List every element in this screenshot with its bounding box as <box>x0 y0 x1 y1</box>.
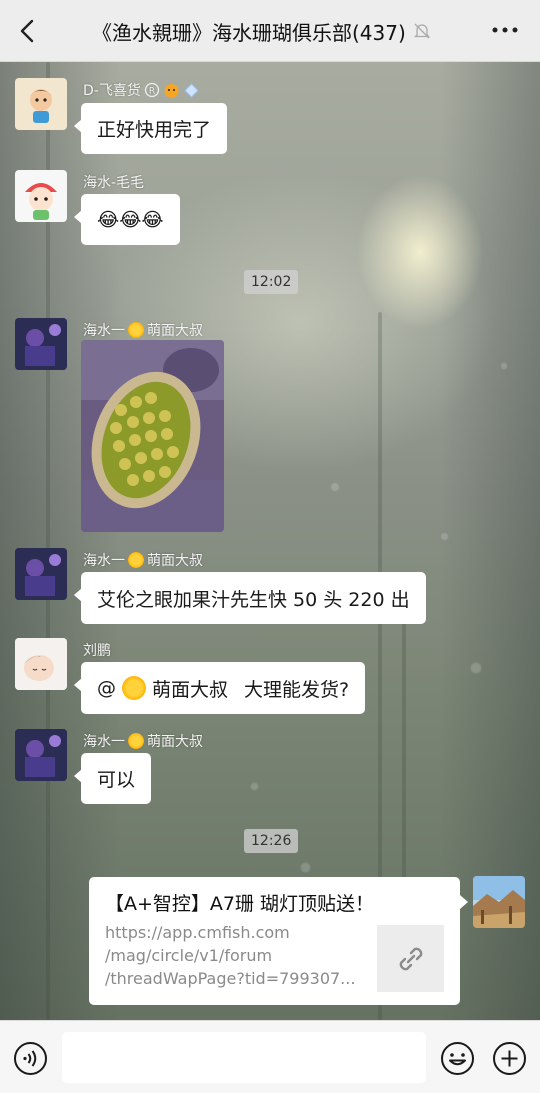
message-text: 大理能发货? <box>244 678 350 701</box>
rain-drop <box>440 532 449 541</box>
message-bubble[interactable]: 艾伦之眼加果汁先生快 50 头 220 出 <box>74 572 426 624</box>
link-thumbnail <box>377 925 444 992</box>
image-message[interactable] <box>81 340 224 532</box>
link-title: 【A+智控】A7珊 瑚灯顶贴送！ <box>105 893 375 915</box>
sender-name: 海水一 萌面大叔 <box>83 550 203 570</box>
sender-name-suffix: 萌面大叔 <box>147 323 203 339</box>
timestamp: 12:26 <box>244 829 299 853</box>
sender-name-prefix: 海水一 <box>83 323 125 339</box>
avatar[interactable] <box>15 318 67 370</box>
sender-name-suffix: 萌面大叔 <box>147 553 203 569</box>
rain-drop <box>500 362 508 370</box>
sun-icon <box>128 733 144 749</box>
avatar[interactable] <box>15 638 67 690</box>
message-text: 艾伦之眼加果汁先生快 50 头 220 出 <box>97 588 410 611</box>
sun-icon <box>128 552 144 568</box>
sender-name: 海水一 萌面大叔 <box>83 320 203 340</box>
bell-off-icon <box>413 23 430 39</box>
plus-icon[interactable] <box>492 1041 527 1076</box>
diamond-icon <box>184 82 199 98</box>
avatar[interactable] <box>15 729 67 781</box>
link-url-line: /mag/circle/v1/forum <box>105 946 273 965</box>
sender-name-suffix: 萌面大叔 <box>147 734 203 750</box>
sender-name-text: 刘鹏 <box>83 643 111 659</box>
message-bubble[interactable]: 可以 <box>73 753 152 804</box>
voice-icon[interactable] <box>13 1041 48 1076</box>
avatar[interactable] <box>15 78 67 130</box>
chat-title-wrap: 《渔水親珊》海水珊瑚俱乐部(437) <box>92 17 432 45</box>
message-text: 可以 <box>97 769 136 791</box>
chat-title: 《渔水親珊》海水珊瑚俱乐部(437) <box>92 20 406 45</box>
sender-name-text: D-飞喜货 <box>83 83 141 99</box>
message-text: 正好快用完了 <box>97 119 212 141</box>
message-input[interactable] <box>62 1032 426 1083</box>
sender-name: 刘鹏 <box>83 640 111 660</box>
timestamp: 12:02 <box>244 270 299 294</box>
sender-name: 海水一 萌面大叔 <box>83 731 203 751</box>
tiger-face-icon <box>164 83 179 98</box>
rain-drop <box>470 662 482 674</box>
sender-name-prefix: 海水一 <box>83 553 125 569</box>
sun-icon <box>122 676 146 700</box>
sender-name: D-飞喜货 R <box>83 80 200 100</box>
avatar[interactable] <box>15 548 67 600</box>
link-card[interactable]: 【A+智控】A7珊 瑚灯顶贴送！ https://app.cmfish.com … <box>89 877 468 1005</box>
rain-drop <box>330 482 340 492</box>
message-text: 😂😂😂 <box>97 208 164 231</box>
link-url-line: /threadWapPage?tid=799307... <box>105 969 356 988</box>
mention-at: @ <box>97 677 116 699</box>
sender-name-text: 海水-毛毛 <box>83 175 145 191</box>
link-icon <box>399 947 422 970</box>
registered-badge-icon: R <box>144 82 159 98</box>
emoji-icon[interactable] <box>440 1041 475 1076</box>
coral-photo <box>81 340 224 532</box>
message-bubble[interactable]: 😂😂😂 <box>74 194 180 245</box>
link-url: https://app.cmfish.com /mag/circle/v1/fo… <box>105 921 357 990</box>
chevron-left-icon[interactable] <box>12 15 42 47</box>
rain-drop <box>250 782 259 791</box>
sun-icon <box>128 322 144 338</box>
chat-header: 《渔水親珊》海水珊瑚俱乐部(437) <box>0 0 540 62</box>
more-horizontal-icon[interactable] <box>490 20 520 40</box>
svg-text:R: R <box>149 87 155 97</box>
message-bubble[interactable]: 正好快用完了 <box>73 103 228 154</box>
mention-name: 萌面大叔 <box>152 678 229 701</box>
avatar[interactable] <box>15 170 67 222</box>
self-avatar[interactable] <box>473 876 525 928</box>
link-url-line: https://app.cmfish.com <box>105 923 290 942</box>
rain-drop <box>300 862 311 873</box>
sender-name-prefix: 海水一 <box>83 734 125 750</box>
message-bubble[interactable]: @ 萌面大叔 大理能发货? <box>73 662 366 714</box>
sender-name: 海水-毛毛 <box>83 172 144 192</box>
input-bar <box>0 1020 540 1093</box>
